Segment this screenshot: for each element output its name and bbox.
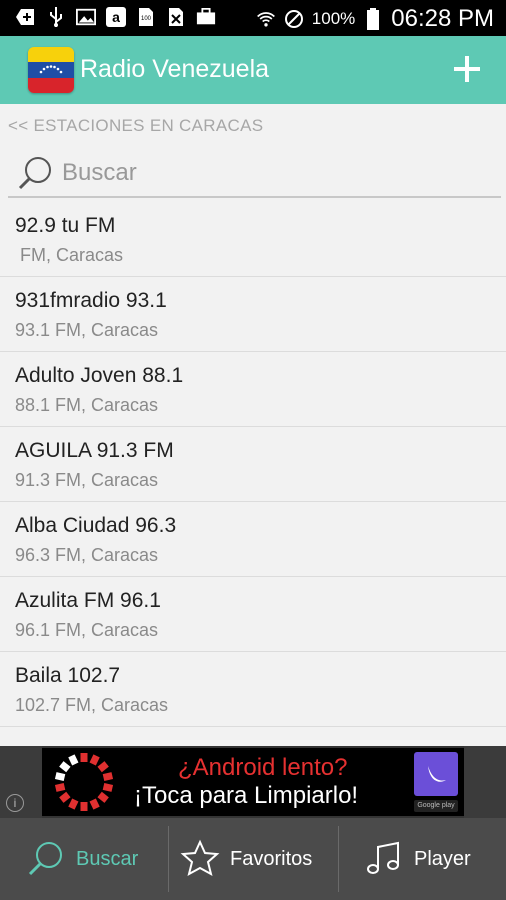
google-play-badge: Google play xyxy=(414,800,458,812)
station-item[interactable]: Baila 102.7 102.7 FM, Caracas xyxy=(0,652,506,727)
star-icon xyxy=(180,839,220,876)
search-icon xyxy=(16,154,56,194)
station-name: Adulto Joven 88.1 xyxy=(15,364,184,387)
station-frequency: FM, Caracas xyxy=(15,245,124,265)
app-bar: Radio Venezuela xyxy=(0,36,506,104)
ad-area: i ¿Android lento? ¡Toca para Limpiarlo! … xyxy=(0,746,506,818)
clock: 06:28 PM xyxy=(391,5,494,32)
battery-percent: 100% xyxy=(311,9,356,28)
ad-headline: ¿Android lento? xyxy=(178,754,348,781)
station-name: Baila 102.7 xyxy=(15,664,121,687)
station-name: AGUILA 91.3 FM xyxy=(15,439,174,462)
tab-label: Favoritos xyxy=(230,847,313,870)
plus-icon xyxy=(454,56,480,82)
add-button[interactable] xyxy=(450,52,484,86)
station-item[interactable]: Adulto Joven 88.1 88.1 FM, Caracas xyxy=(0,352,506,427)
add-notification-icon xyxy=(16,7,36,27)
station-frequency: 88.1 FM, Caracas xyxy=(15,395,159,415)
station-item[interactable]: Alba Ciudad 96.3 96.3 FM, Caracas xyxy=(0,502,506,577)
station-list: 92.9 tu FM FM, Caracas 931fmradio 93.1 9… xyxy=(0,202,506,727)
ad-banner[interactable]: ¿Android lento? ¡Toca para Limpiarlo! Go… xyxy=(42,748,464,816)
search-bar xyxy=(8,148,501,198)
do-not-disturb-icon xyxy=(284,9,304,29)
svg-text:a: a xyxy=(112,9,120,25)
station-item[interactable]: Azulita FM 96.1 96.1 FM, Caracas xyxy=(0,577,506,652)
image-icon xyxy=(76,7,96,27)
amazon-icon: a xyxy=(106,7,126,27)
station-item[interactable]: 92.9 tu FM FM, Caracas xyxy=(0,202,506,277)
speed-ring-icon xyxy=(54,753,114,811)
ad-info-icon[interactable]: i xyxy=(6,794,24,812)
tab-player[interactable]: Player xyxy=(364,818,471,900)
music-note-icon xyxy=(367,841,399,874)
venezuela-flag-icon xyxy=(28,47,74,93)
station-name: Azulita FM 96.1 xyxy=(15,589,161,612)
station-frequency: 102.7 FM, Caracas xyxy=(15,695,169,715)
station-item[interactable]: AGUILA 91.3 FM 91.3 FM, Caracas xyxy=(0,427,506,502)
usb-icon xyxy=(46,7,66,27)
breadcrumb-back-link[interactable]: << ESTACIONES EN CARACAS xyxy=(8,116,263,136)
station-name: 931fmradio 93.1 xyxy=(15,289,167,312)
tab-favoritos[interactable]: Favoritos xyxy=(180,818,312,900)
status-bar: a 100 100% 06:28 PM xyxy=(0,0,506,36)
notification-icons: a 100 xyxy=(16,7,216,27)
bottom-navigation: Buscar Favoritos Player xyxy=(0,818,506,900)
tab-label: Player xyxy=(414,847,471,870)
station-frequency: 91.3 FM, Caracas xyxy=(15,470,159,490)
system-status: 100% 06:28 PM xyxy=(256,5,494,33)
station-item[interactable]: 931fmradio 93.1 93.1 FM, Caracas xyxy=(0,277,506,352)
app-logo-icon xyxy=(414,752,458,796)
station-name: 92.9 tu FM xyxy=(15,214,116,237)
station-frequency: 93.1 FM, Caracas xyxy=(15,320,159,340)
sim-100-icon: 100 xyxy=(136,7,156,27)
search-icon xyxy=(28,842,62,876)
tab-buscar[interactable]: Buscar xyxy=(26,818,138,900)
tab-label: Buscar xyxy=(76,847,139,870)
ad-tagline: ¡Toca para Limpiarlo! xyxy=(134,782,359,809)
app-title: Radio Venezuela xyxy=(80,55,270,83)
search-input[interactable] xyxy=(60,156,484,190)
station-frequency: 96.1 FM, Caracas xyxy=(15,620,159,640)
wifi-icon xyxy=(256,9,276,29)
no-sim-icon xyxy=(166,7,186,27)
station-name: Alba Ciudad 96.3 xyxy=(15,514,177,537)
svg-text:100: 100 xyxy=(141,16,152,22)
briefcase-icon xyxy=(196,7,216,27)
station-frequency: 96.3 FM, Caracas xyxy=(15,545,159,565)
battery-icon xyxy=(363,8,383,30)
